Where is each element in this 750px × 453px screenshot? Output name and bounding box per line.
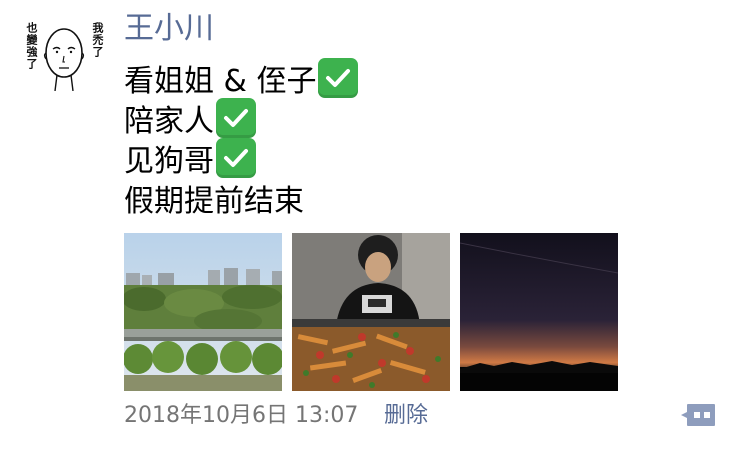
photo-city-park[interactable] [124, 233, 282, 391]
author-name[interactable]: 王小川 [124, 10, 214, 48]
avatar-caption-right: 我禿了 [91, 22, 104, 58]
post-text: 看姐姐 & 侄子 陪家人 见狗哥 假期提前结束 [124, 58, 359, 219]
moments-post: 也變強了 我禿了 王小川 看姐姐 & 侄子 陪家人 见狗哥 假期提前结束 201… [0, 0, 750, 453]
check-mark-icon [216, 138, 256, 178]
photo-person-food[interactable] [292, 233, 450, 391]
post-line: 看姐姐 & 侄子 [124, 58, 359, 99]
post-line-text: 见狗哥 [124, 144, 214, 179]
photo-grid [124, 233, 618, 391]
check-mark-icon [216, 98, 256, 138]
post-line-text: 假期提前结束 [124, 184, 304, 219]
photo-sunset[interactable] [460, 233, 618, 391]
post-line: 见狗哥 [124, 138, 358, 179]
avatar[interactable]: 也變強了 我禿了 [24, 17, 104, 91]
post-line: 假期提前结束 [124, 178, 358, 219]
comment-dots-icon[interactable] [680, 402, 716, 428]
avatar-caption-left: 也變強了 [25, 22, 38, 70]
delete-button[interactable]: 删除 [384, 401, 428, 431]
post-line: 陪家人 [124, 98, 358, 139]
post-line-text: 陪家人 [124, 104, 214, 139]
post-timestamp: 2018年10月6日 13:07 [124, 403, 359, 428]
post-line-text: 看姐姐 & 侄子 [124, 64, 317, 99]
check-mark-icon [318, 58, 359, 98]
